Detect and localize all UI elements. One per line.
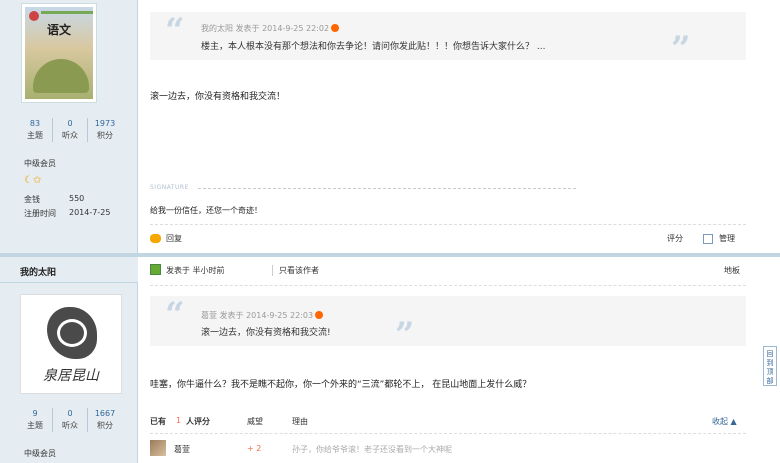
reply-button[interactable]: 回复 bbox=[150, 233, 182, 244]
online-status-icon bbox=[150, 264, 161, 275]
author-header: 我的太阳 bbox=[0, 257, 138, 283]
medal-icon: ☾✩ bbox=[24, 175, 42, 186]
rating-reason: 孙子，你给爷爷滚！老子还没看到一个大神呢 bbox=[292, 445, 452, 454]
decorative-bar bbox=[41, 11, 93, 14]
rating-row: 葛萱 + 2 孙子，你给爷爷滚！老子还没看到一个大神呢 bbox=[150, 440, 746, 458]
post-actions: 回复 评分 管理 bbox=[150, 232, 746, 246]
avatar[interactable]: 泉居昆山 bbox=[20, 294, 122, 394]
money-row: 金钱 550 bbox=[24, 194, 84, 205]
avatar[interactable]: 语文 bbox=[21, 3, 97, 103]
rating-header: 已有 1 人评分 威望 理由 收起 ▲ bbox=[150, 414, 746, 430]
post-body: 哇塞，你牛逼什么？我不是瞧不起你，你一个外来的“三流”都轮不上， 在昆山地面上发… bbox=[150, 380, 532, 390]
stat-followers[interactable]: 0 听众 bbox=[53, 408, 88, 432]
floor-number[interactable]: 地板 bbox=[724, 265, 740, 276]
logo-swirl-icon bbox=[57, 319, 87, 347]
user-stats: 83 主题 0 听众 1973 积分 bbox=[18, 118, 122, 142]
back-to-top-button[interactable]: 回到顶部 bbox=[763, 346, 777, 386]
rating-suffix: 人评分 bbox=[186, 417, 210, 426]
stat-label: 主题 bbox=[27, 421, 43, 430]
signature-label: SIGNATURE bbox=[150, 184, 189, 191]
stat-label: 听众 bbox=[62, 421, 78, 430]
quote-text: 楼主，本人根本没有那个想法和你去争论！请问你发此贴！！！你想告诉大家什么？ ..… bbox=[201, 42, 546, 52]
signature-text: 给我一份信任，还您一个奇迹！ bbox=[150, 206, 262, 215]
rater-name[interactable]: 葛萱 bbox=[174, 444, 190, 455]
quote-meta: 葛萱 发表于 2014-9-25 22:03 bbox=[201, 310, 324, 321]
manage-checkbox[interactable]: 管理 bbox=[703, 233, 735, 244]
post-body: 滚一边去，你没有资格和我交流！ bbox=[150, 92, 286, 102]
quote-block: “ 葛萱 发表于 2014-9-25 22:03 滚一边去，你没有资格和我交流!… bbox=[150, 295, 746, 352]
stat-number[interactable]: 0 bbox=[53, 118, 87, 130]
stat-number[interactable]: 83 bbox=[18, 118, 52, 130]
quote-text: 滚一边去，你没有资格和我交流! bbox=[201, 328, 331, 338]
quote-meta-text: 我的太阳 发表于 2014-9-25 22:02 bbox=[201, 24, 330, 33]
rater-avatar[interactable] bbox=[150, 440, 166, 456]
quote-close-icon: ” bbox=[395, 315, 415, 355]
stat-followers[interactable]: 0 听众 bbox=[53, 118, 88, 142]
rating-prefix: 已有 bbox=[150, 417, 166, 426]
user-group[interactable]: 中级会员 bbox=[24, 158, 56, 170]
post-content-area: “ 我的太阳 发表于 2014-9-25 22:02 楼主，本人根本没有那个想法… bbox=[138, 0, 760, 463]
reply-label: 回复 bbox=[166, 234, 182, 243]
quote-meta-text: 葛萱 发表于 2014-9-25 22:03 bbox=[201, 311, 314, 320]
stat-number[interactable]: 1667 bbox=[88, 408, 122, 420]
stat-label: 积分 bbox=[97, 421, 113, 430]
divider bbox=[150, 433, 746, 434]
posted-time: 半小时前 bbox=[192, 266, 225, 275]
divider bbox=[150, 224, 746, 225]
stat-label: 主题 bbox=[27, 131, 43, 140]
stat-points[interactable]: 1667 积分 bbox=[88, 408, 122, 432]
avatar-calligraphy: 泉居昆山 bbox=[43, 368, 99, 384]
author-name[interactable]: 我的太阳 bbox=[20, 265, 56, 278]
jump-to-post-icon[interactable] bbox=[331, 24, 340, 32]
stat-label: 积分 bbox=[97, 131, 113, 140]
column-weiwang: 威望 bbox=[247, 417, 263, 426]
signature-dash bbox=[198, 188, 576, 189]
reply-icon bbox=[150, 234, 161, 243]
stat-number[interactable]: 0 bbox=[53, 408, 87, 420]
rating-count: 1 bbox=[176, 416, 182, 425]
right-gutter bbox=[760, 0, 780, 463]
post-time: 发表于 半小时前 bbox=[166, 265, 225, 276]
post-header: 发表于 半小时前 只看该作者 地板 bbox=[150, 263, 746, 279]
only-author-link[interactable]: 只看该作者 bbox=[272, 265, 319, 276]
quote-open-icon: “ bbox=[165, 295, 185, 335]
stat-number[interactable]: 9 bbox=[18, 408, 52, 420]
rate-button[interactable]: 评分 bbox=[667, 233, 683, 244]
reg-value: 2014-7-25 bbox=[69, 208, 111, 217]
money-value: 550 bbox=[69, 194, 85, 203]
column-reason: 理由 bbox=[292, 417, 308, 426]
stat-label: 听众 bbox=[62, 131, 78, 140]
rating-score: + 2 bbox=[247, 444, 262, 453]
stat-number[interactable]: 1973 bbox=[88, 118, 122, 130]
stat-points[interactable]: 1973 积分 bbox=[88, 118, 122, 142]
quote-block: “ 我的太阳 发表于 2014-9-25 22:02 楼主，本人根本没有那个想法… bbox=[150, 11, 746, 66]
checkbox-icon[interactable] bbox=[703, 233, 713, 244]
posted-prefix: 发表于 bbox=[166, 266, 190, 275]
quote-open-icon: “ bbox=[165, 11, 185, 51]
collapse-toggle[interactable]: 收起 ▲ bbox=[712, 416, 737, 427]
quote-meta: 我的太阳 发表于 2014-9-25 22:02 bbox=[201, 23, 340, 34]
jump-to-post-icon[interactable] bbox=[315, 311, 324, 319]
money-label: 金钱 bbox=[24, 195, 40, 204]
reg-label: 注册时间 bbox=[24, 209, 56, 218]
scene-graphic bbox=[33, 59, 89, 93]
reg-row: 注册时间 2014-7-25 bbox=[24, 208, 110, 219]
quote-close-icon: ” bbox=[671, 29, 691, 69]
signature-divider: SIGNATURE bbox=[150, 184, 577, 194]
manage-label: 管理 bbox=[719, 234, 735, 243]
user-stats: 9 主题 0 听众 1667 积分 bbox=[18, 408, 122, 432]
divider bbox=[150, 285, 746, 286]
stat-topics[interactable]: 83 主题 bbox=[18, 118, 53, 142]
stat-topics[interactable]: 9 主题 bbox=[18, 408, 53, 432]
avatar-image: 语文 bbox=[25, 7, 93, 99]
badge-icon bbox=[29, 11, 39, 21]
user-group[interactable]: 中级会员 bbox=[24, 448, 56, 460]
avatar-title: 语文 bbox=[46, 23, 71, 37]
